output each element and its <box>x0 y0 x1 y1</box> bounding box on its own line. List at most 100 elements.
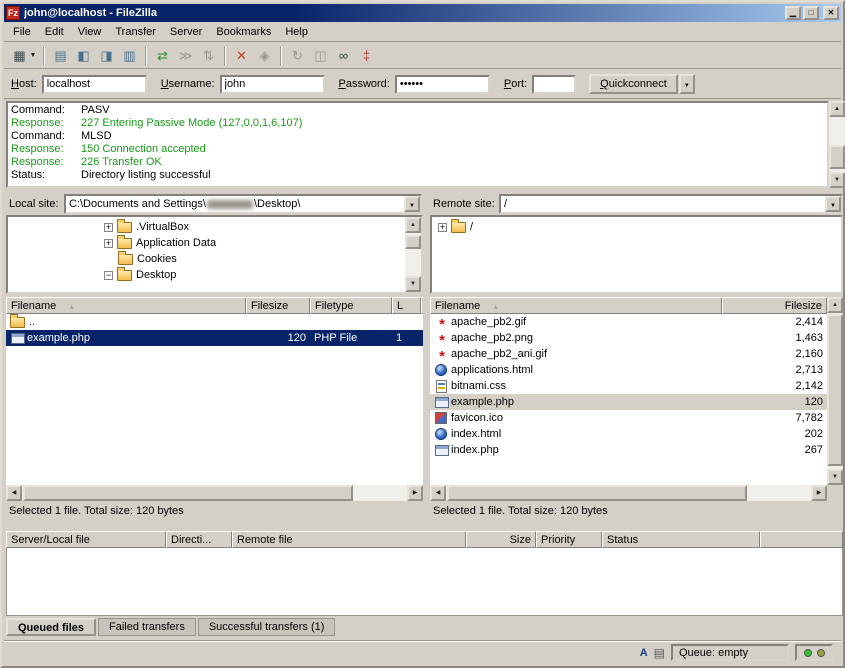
local-tree-scrollbar[interactable] <box>405 217 421 292</box>
menu-item-edit[interactable]: Edit <box>38 24 71 40</box>
minimize-button[interactable]: ▁ <box>785 6 801 20</box>
queue-list[interactable] <box>6 548 843 616</box>
local-site-combo[interactable]: C:\Documents and Settings\\Desktop\ <box>64 194 422 214</box>
expand-icon[interactable]: + <box>438 223 447 232</box>
collapse-icon[interactable]: − <box>104 271 113 280</box>
scroll-up-icon[interactable] <box>829 101 845 117</box>
tab-failed-transfers[interactable]: Failed transfers <box>98 618 196 636</box>
menu-item-view[interactable]: View <box>71 24 109 40</box>
menu-item-server[interactable]: Server <box>163 24 209 40</box>
cancel-transfer-button[interactable]: ✕ <box>230 45 253 67</box>
list-hscrollbar-thumb[interactable] <box>23 485 353 501</box>
tree-item[interactable]: +/ <box>432 219 841 235</box>
remote-site-dropdown[interactable] <box>825 196 841 212</box>
tree-scrollbar-thumb[interactable] <box>405 235 421 249</box>
column-header-remote-file[interactable]: Remote file <box>232 531 466 548</box>
quickconnect-button[interactable]: Quickconnect <box>589 74 678 94</box>
column-header-server-local-file[interactable]: Server/Local file <box>6 531 166 548</box>
scroll-right-icon[interactable] <box>407 485 423 501</box>
toggle-log-button[interactable]: ▤ <box>49 45 72 67</box>
message-log[interactable]: Command:PASVResponse:227 Entering Passiv… <box>6 101 829 188</box>
process-queue-button[interactable]: ≫ <box>174 45 197 67</box>
app-icon: Fz <box>6 6 20 20</box>
tree-item[interactable]: Cookies <box>8 251 421 267</box>
reconnect-button[interactable]: ↻ <box>286 45 309 67</box>
directory-comparison-button[interactable]: ◫ <box>309 45 332 67</box>
column-header-filesize[interactable]: Filesize <box>722 297 827 314</box>
scroll-down-icon[interactable] <box>829 172 845 188</box>
local-tree[interactable]: +.VirtualBox+Application DataCookies−Des… <box>6 215 423 294</box>
scroll-up-icon[interactable] <box>827 297 843 313</box>
column-header-filename[interactable]: Filename <box>430 297 722 314</box>
list-hscrollbar-thumb[interactable] <box>447 485 747 501</box>
find-files-button[interactable]: ∞ <box>332 45 355 67</box>
expand-icon[interactable]: + <box>104 239 113 248</box>
scroll-down-icon[interactable] <box>827 469 843 485</box>
file-row[interactable]: favicon.ico7,782 <box>430 410 827 426</box>
list-scrollbar-thumb[interactable] <box>827 314 843 466</box>
close-button[interactable]: ✕ <box>823 6 839 20</box>
column-header-filename[interactable]: Filename <box>6 297 246 314</box>
scroll-up-icon[interactable] <box>405 217 421 233</box>
remote-list-header: FilenameFilesize <box>430 297 827 314</box>
file-row[interactable]: index.php267 <box>430 442 827 458</box>
username-input[interactable] <box>220 75 325 94</box>
local-file-list[interactable]: ..example.php120PHP File1 <box>6 314 423 485</box>
file-row[interactable]: applications.html2,713 <box>430 362 827 378</box>
column-header-priority[interactable]: Priority <box>536 531 602 548</box>
remote-list-hscrollbar[interactable] <box>430 485 827 501</box>
file-row[interactable]: *apache_pb2_ani.gif2,160 <box>430 346 827 362</box>
menu-item-help[interactable]: Help <box>278 24 315 40</box>
file-row[interactable]: example.php120 <box>430 394 827 410</box>
tree-item[interactable]: +Application Data <box>8 235 421 251</box>
column-header-status[interactable]: Status <box>602 531 760 548</box>
quickconnect-dropdown[interactable] <box>679 74 695 94</box>
speed-limits-button[interactable]: ‡ <box>355 45 378 67</box>
password-input[interactable] <box>395 75 490 94</box>
local-list-hscrollbar[interactable] <box>6 485 423 501</box>
toggle-local-tree-button[interactable]: ◧ <box>72 45 95 67</box>
menu-item-bookmarks[interactable]: Bookmarks <box>209 24 278 40</box>
column-header-filetype[interactable]: Filetype <box>310 297 392 314</box>
column-header-directi[interactable]: Directi... <box>166 531 232 548</box>
toggle-remote-tree-button[interactable]: ◨ <box>95 45 118 67</box>
log-scrollbar[interactable] <box>829 101 845 188</box>
tab-queued-files[interactable]: Queued files <box>6 618 96 636</box>
remote-tree[interactable]: +/ <box>430 215 843 294</box>
scroll-left-icon[interactable] <box>6 485 22 501</box>
scroll-down-icon[interactable] <box>405 276 421 292</box>
scroll-right-icon[interactable] <box>811 485 827 501</box>
toggle-queue-processing-button[interactable]: ⇅ <box>197 45 220 67</box>
toggle-queue-button[interactable]: ▥ <box>118 45 141 67</box>
file-row[interactable]: bitnami.css2,142 <box>430 378 827 394</box>
column-header-filesize[interactable]: Filesize <box>246 297 310 314</box>
file-row[interactable]: index.html202 <box>430 426 827 442</box>
file-row[interactable]: *apache_pb2.gif2,414 <box>430 314 827 330</box>
scroll-left-icon[interactable] <box>430 485 446 501</box>
tree-item[interactable]: −Desktop <box>8 267 421 283</box>
site-manager-dropdown-button[interactable]: ▼ <box>27 45 39 67</box>
remote-file-list[interactable]: *apache_pb2.gif2,414*apache_pb2.png1,463… <box>430 314 827 485</box>
file-row[interactable]: *apache_pb2.png1,463 <box>430 330 827 346</box>
pane-splitter[interactable] <box>423 194 430 494</box>
file-row[interactable]: example.php120PHP File1 <box>6 330 423 346</box>
local-site-dropdown[interactable] <box>404 196 420 212</box>
menu-item-transfer[interactable]: Transfer <box>108 24 163 40</box>
file-icon-image: * <box>434 318 450 331</box>
tab-successful-transfers-1[interactable]: Successful transfers (1) <box>198 618 336 636</box>
remote-list-scrollbar[interactable] <box>827 297 843 485</box>
log-scrollbar-thumb[interactable] <box>829 145 845 169</box>
remote-site-combo[interactable]: / <box>499 194 843 214</box>
disconnect-button[interactable]: ◈ <box>253 45 276 67</box>
column-header-size[interactable]: Size <box>466 531 536 548</box>
refresh-button[interactable]: ⇄ <box>151 45 174 67</box>
folder-icon <box>118 254 133 265</box>
maximize-button[interactable]: □ <box>803 6 819 20</box>
menu-item-file[interactable]: File <box>6 24 38 40</box>
column-header-l[interactable]: L <box>392 297 421 314</box>
expand-icon[interactable]: + <box>104 223 113 232</box>
tree-item[interactable]: +.VirtualBox <box>8 219 421 235</box>
host-input[interactable] <box>42 75 147 94</box>
port-input[interactable] <box>532 75 576 94</box>
file-row[interactable]: .. <box>6 314 423 330</box>
